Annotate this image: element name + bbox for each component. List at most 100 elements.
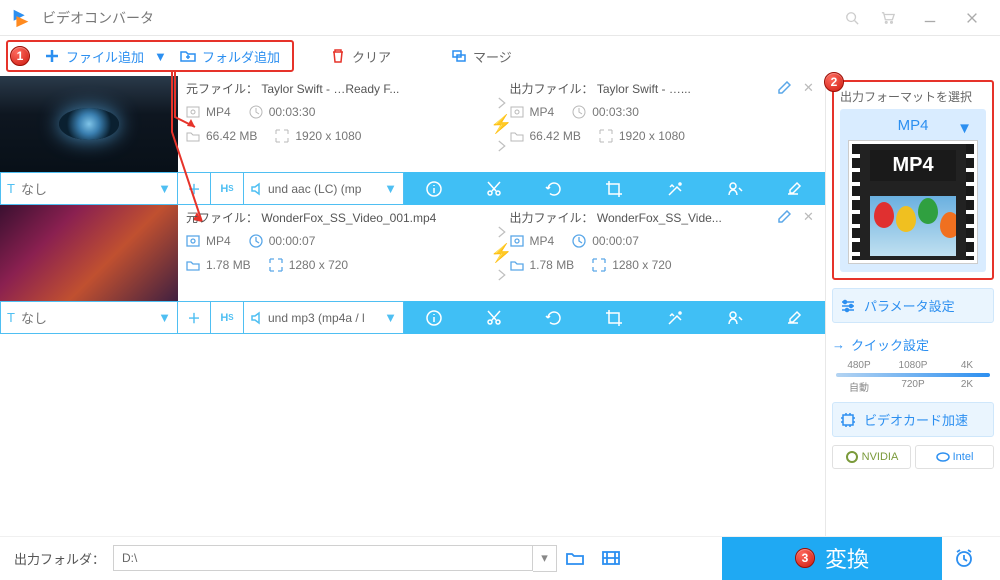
title-bar: ビデオコンバータ: [0, 0, 1000, 36]
edit-icon[interactable]: [777, 81, 791, 95]
merge-icon: [451, 48, 467, 64]
format-title: 出力フォーマットを選択: [840, 88, 986, 105]
crop-icon[interactable]: [603, 178, 625, 200]
format-thumbnail: MP4: [848, 140, 978, 264]
minimize-button[interactable]: [906, 3, 954, 33]
resolution-icon: [275, 129, 289, 143]
cut-icon[interactable]: [483, 178, 505, 200]
chevron-down-icon: ▼: [957, 120, 972, 137]
add-file-dropdown-icon[interactable]: ▼: [154, 49, 166, 64]
edit-toolbar: [404, 301, 825, 334]
nvidia-badge: NVIDIA: [832, 445, 911, 469]
audio-dropdown[interactable]: und aac (LC) (mp▼: [244, 172, 404, 205]
video-thumbnail[interactable]: [0, 205, 178, 301]
parameter-settings-button[interactable]: パラメータ設定: [832, 288, 994, 323]
app-title: ビデオコンバータ: [42, 8, 834, 28]
edit-icon[interactable]: [777, 210, 791, 224]
subtitle-edit-icon[interactable]: [784, 307, 806, 329]
schedule-button[interactable]: [942, 547, 986, 569]
clock-icon: [572, 105, 586, 119]
folder-icon: [186, 129, 200, 143]
merge-button[interactable]: マージ: [441, 41, 522, 72]
output-folder-label: 出力フォルダ：: [14, 549, 105, 568]
bottom-bar: 出力フォルダ： D:\ ▾ 3 変換: [0, 536, 1000, 579]
resolution-icon: [269, 258, 283, 272]
quality-slider[interactable]: [836, 373, 990, 377]
clock-icon: [249, 105, 263, 119]
edit-toolbar: [404, 172, 825, 205]
add-track-button[interactable]: ＋: [178, 301, 211, 334]
search-icon[interactable]: [834, 3, 870, 33]
file-row: 元ファイル： Taylor Swift - …Ready F... MP4 00…: [0, 76, 825, 205]
info-icon[interactable]: [423, 307, 445, 329]
add-track-button[interactable]: ＋: [178, 172, 211, 205]
resolution-icon: [592, 258, 606, 272]
rotate-icon[interactable]: [543, 307, 565, 329]
effects-icon[interactable]: [664, 178, 686, 200]
app-logo-icon: [10, 7, 32, 29]
main-toolbar: 1 ファイル追加 ▼ フォルダ追加 クリア マージ: [0, 36, 1000, 76]
quick-settings: クイック設定 480P1080P4K 自動720P2K: [832, 335, 994, 394]
chip-icon: [840, 412, 856, 428]
add-files-highlight: 1 ファイル追加 ▼ フォルダ追加: [6, 40, 294, 72]
watermark-icon[interactable]: [724, 307, 746, 329]
merge-label: マージ: [473, 47, 512, 66]
output-header: 出力ファイル： Taylor Swift - …...: [510, 80, 766, 97]
subtitle-dropdown[interactable]: Tなし▼: [0, 301, 178, 334]
effects-icon[interactable]: [664, 307, 686, 329]
info-icon[interactable]: [423, 178, 445, 200]
path-dropdown-icon[interactable]: ▾: [533, 545, 557, 572]
conversion-divider: ⚡: [490, 215, 512, 291]
gpu-accel-button[interactable]: ビデオカード加速: [832, 402, 994, 437]
callout-badge-1: 1: [10, 46, 30, 66]
video-thumbnail[interactable]: [0, 76, 178, 172]
hardsub-button[interactable]: HS: [211, 172, 244, 205]
trash-icon: [330, 48, 346, 64]
clock-icon: [572, 234, 586, 248]
rotate-icon[interactable]: [543, 178, 565, 200]
cart-icon[interactable]: [870, 3, 906, 33]
source-header: 元ファイル： Taylor Swift - …Ready F...: [186, 80, 494, 97]
audio-dropdown[interactable]: und mp3 (mp4a / l▼: [244, 301, 404, 334]
intel-badge: Intel: [915, 445, 994, 469]
clock-icon: [249, 234, 263, 248]
close-button[interactable]: [954, 3, 990, 33]
watermark-icon[interactable]: [724, 178, 746, 200]
sliders-icon: [840, 298, 856, 314]
source-header: 元ファイル： WonderFox_SS_Video_001.mp4: [186, 209, 494, 226]
subtitle-dropdown[interactable]: Tなし▼: [0, 172, 178, 205]
remove-icon[interactable]: ✕: [803, 209, 817, 225]
folder-plus-icon: [180, 48, 196, 64]
format-highlight: 2 出力フォーマットを選択 MP4▼ MP4: [832, 80, 994, 280]
crop-icon[interactable]: [603, 307, 625, 329]
add-folder-button[interactable]: フォルダ追加: [170, 41, 290, 72]
subtitle-edit-icon[interactable]: [784, 178, 806, 200]
add-file-label: ファイル追加: [66, 47, 144, 66]
callout-badge-3: 3: [795, 548, 815, 568]
convert-button[interactable]: 3 変換: [722, 537, 942, 580]
output-sidebar: 2 出力フォーマットを選択 MP4▼ MP4 パラメータ設定 クイック設定 48…: [825, 76, 1000, 536]
output-header: 出力ファイル： WonderFox_SS_Vide...: [510, 209, 766, 226]
bolt-icon: ⚡: [490, 243, 512, 264]
clear-label: クリア: [352, 47, 391, 66]
resolution-icon: [599, 129, 613, 143]
format-icon: [186, 105, 200, 119]
add-file-button[interactable]: ファイル追加: [34, 41, 154, 72]
file-row: 元ファイル： WonderFox_SS_Video_001.mp4 MP4 00…: [0, 205, 825, 334]
format-icon: [186, 234, 200, 248]
hardsub-button[interactable]: HS: [211, 301, 244, 334]
open-folder-button[interactable]: [557, 548, 593, 568]
callout-badge-2: 2: [824, 72, 844, 92]
file-list: 元ファイル： Taylor Swift - …Ready F... MP4 00…: [0, 76, 825, 536]
conversion-divider: ⚡: [490, 86, 512, 162]
clear-button[interactable]: クリア: [320, 41, 401, 72]
cut-icon[interactable]: [483, 307, 505, 329]
remove-icon[interactable]: ✕: [803, 80, 817, 96]
film-icon[interactable]: [593, 548, 629, 568]
output-folder-input[interactable]: D:\: [113, 545, 533, 571]
quick-settings-title: クイック設定: [832, 335, 994, 354]
plus-icon: [44, 48, 60, 64]
bolt-icon: ⚡: [490, 114, 512, 135]
folder-icon: [186, 258, 200, 272]
format-selector[interactable]: MP4▼ MP4: [840, 109, 986, 272]
